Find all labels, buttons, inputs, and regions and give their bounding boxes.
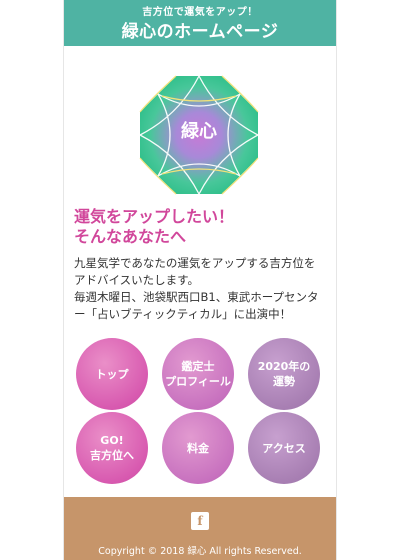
frame-right-border [336, 0, 337, 560]
site-logo: 緑心 [132, 68, 266, 202]
nav-button-access[interactable]: アクセス [248, 412, 320, 484]
headline-line-1: 運気をアップしたい！ [74, 207, 235, 226]
nav-button-fortune-2020[interactable]: 2020年の 運勢 [248, 338, 320, 410]
intro-line: ー「占いブティックティカル」に出演中！ [74, 307, 292, 321]
header-subtitle: 吉方位で運気をアップ！ [142, 7, 258, 18]
nav-label: 運勢 [273, 375, 295, 388]
nav-button-price[interactable]: 料金 [162, 412, 234, 484]
intro-line: 九星気学であなたの運気をアップする吉方位を [74, 256, 316, 270]
facebook-icon[interactable]: f [191, 512, 209, 530]
copyright-text: Copyright © 2018 緑心 All rights Reserved. [98, 546, 302, 557]
nav-label: プロフィール [165, 375, 231, 388]
site-title[interactable]: 緑心のホームページ [64, 17, 336, 42]
headline-line-2: そんなあなたへ [74, 227, 187, 246]
nav-label: GO! [100, 434, 124, 447]
nav-button-lucky-direction[interactable]: GO! 吉方位へ [76, 412, 148, 484]
nav-label: 吉方位へ [90, 449, 134, 462]
nav-label: トップ [95, 367, 129, 381]
intro-line: アドバイスいたします。 [74, 273, 200, 287]
nav-label: アクセス [262, 441, 306, 455]
intro-text: 九星気学であなたの運気をアップする吉方位を アドバイスいたします。 毎週木曜日、… [74, 255, 332, 323]
main-headline: 運気をアップしたい！ そんなあなたへ [74, 207, 334, 247]
nav-label: 料金 [187, 441, 209, 455]
nav-button-profile[interactable]: 鑑定士 プロフィール [162, 338, 234, 410]
intro-line: 毎週木曜日、池袋駅西口B1、東武ホープセンタ [74, 290, 319, 304]
nav-label: 鑑定士 [181, 360, 215, 373]
site-footer: f Copyright © 2018 緑心 All rights Reserve… [64, 497, 336, 560]
nav-label: 2020年の [257, 360, 311, 373]
site-header: 吉方位で運気をアップ！ 緑心のホームページ [64, 0, 336, 46]
logo-text: 緑心 [181, 121, 217, 142]
phone-frame: 吉方位で運気をアップ！ 緑心のホームページ 緑心 運気をアップしたい！ そんなあ… [64, 0, 336, 560]
nav-button-top[interactable]: トップ [76, 338, 148, 410]
